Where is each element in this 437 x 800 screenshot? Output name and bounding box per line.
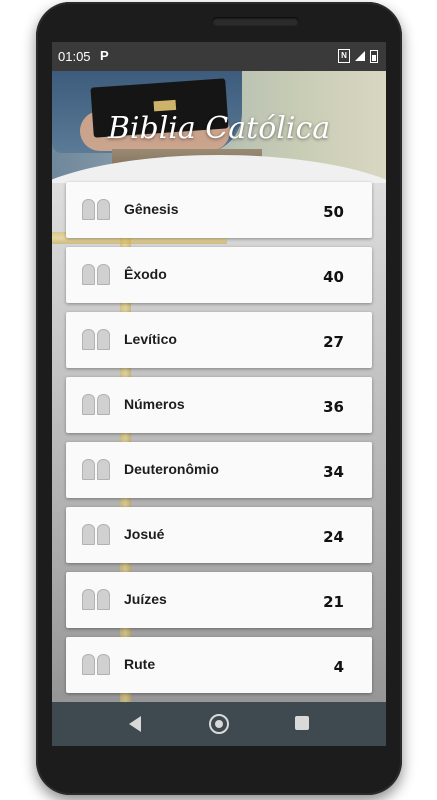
book-item[interactable]: Juízes 21	[66, 572, 372, 628]
notification-icon: P	[100, 48, 109, 63]
chapter-count: 36	[323, 398, 344, 416]
book-item[interactable]: Josué 24	[66, 507, 372, 563]
tablets-icon	[82, 264, 110, 285]
book-name: Josué	[124, 526, 165, 542]
nfc-icon: N	[338, 49, 350, 63]
chapter-count: 40	[323, 268, 344, 286]
chapter-count: 34	[323, 463, 344, 481]
book-name: Juízes	[124, 591, 167, 607]
tablets-icon	[82, 524, 110, 545]
tablets-icon	[82, 329, 110, 350]
book-name: Êxodo	[124, 266, 167, 282]
chapter-count: 27	[323, 333, 344, 351]
book-name: Levítico	[124, 331, 177, 347]
tablets-icon	[82, 654, 110, 675]
status-icons: N	[338, 49, 378, 63]
navigation-bar	[52, 702, 386, 746]
battery-icon	[370, 49, 378, 63]
book-name: Gênesis	[124, 201, 179, 217]
chapter-count: 24	[323, 528, 344, 546]
chapter-count: 4	[333, 658, 344, 676]
home-icon[interactable]	[209, 714, 229, 734]
speaker-grille	[212, 17, 299, 26]
tablets-icon	[82, 589, 110, 610]
status-time: 01:05	[58, 49, 91, 64]
book-item[interactable]: Números 36	[66, 377, 372, 433]
header-banner: Biblia Católica	[52, 71, 386, 183]
book-item[interactable]: Êxodo 40	[66, 247, 372, 303]
recents-icon[interactable]	[295, 716, 309, 730]
app-screen: 01:05 P N Biblia Católica Gênesis 50 Êxo…	[52, 42, 386, 746]
app-title: Biblia Católica	[107, 111, 331, 146]
chapter-count: 21	[323, 593, 344, 611]
tablets-icon	[82, 459, 110, 480]
book-name: Deuteronômio	[124, 461, 219, 477]
book-item[interactable]: Rute 4	[66, 637, 372, 693]
book-item[interactable]: Gênesis 50	[66, 182, 372, 238]
tablets-icon	[82, 394, 110, 415]
chapter-count: 50	[323, 203, 344, 221]
status-bar: 01:05 P N	[52, 42, 386, 71]
signal-icon	[355, 51, 365, 61]
back-icon[interactable]	[129, 716, 141, 732]
book-item[interactable]: Levítico 27	[66, 312, 372, 368]
book-name: Números	[124, 396, 185, 412]
header-curve	[52, 155, 386, 183]
book-item[interactable]: Deuteronômio 34	[66, 442, 372, 498]
book-name: Rute	[124, 656, 156, 672]
tablets-icon	[82, 199, 110, 220]
